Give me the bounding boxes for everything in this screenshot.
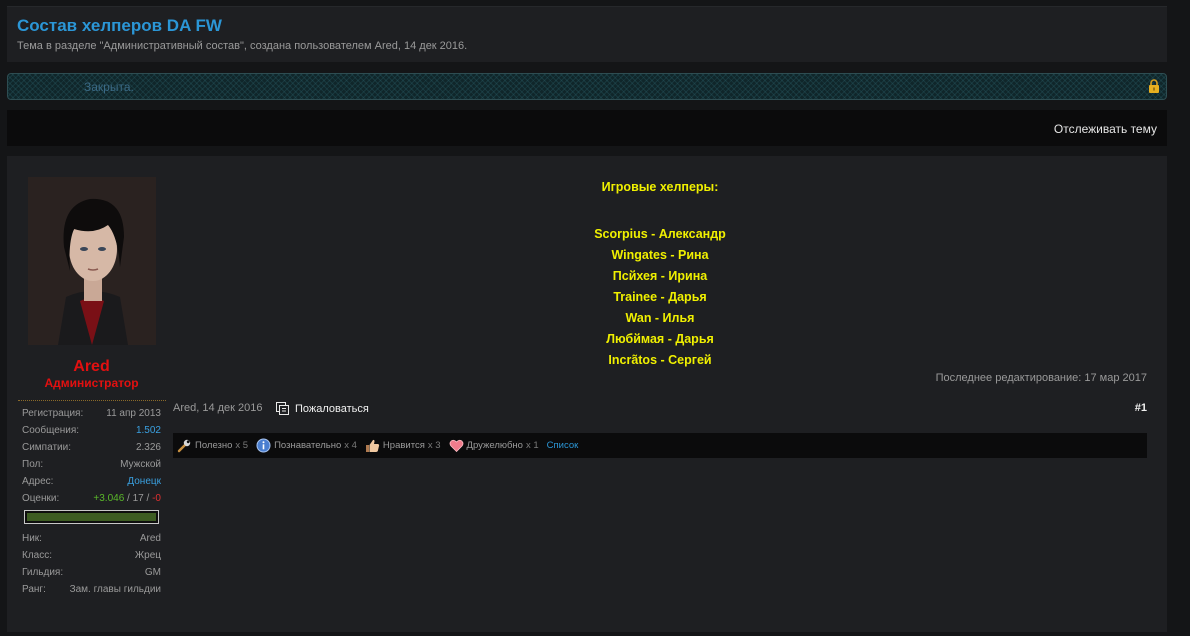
stat-location: Адрес: Донецк: [22, 475, 161, 492]
field-value: Зам. главы гильдии: [69, 584, 161, 595]
report-icon: [276, 402, 289, 415]
stat-likes: Симпатии: 2.326: [22, 441, 161, 458]
field-label: Ранг:: [22, 584, 46, 595]
stat-label: Регистрация:: [22, 408, 84, 419]
field-value: GM: [144, 567, 161, 578]
thumbs-up-icon: [365, 439, 380, 452]
heart-icon: [449, 439, 463, 453]
stat-messages: Сообщения: 1.502: [22, 424, 161, 441]
avatar-portrait: [28, 177, 156, 345]
author-divider: [18, 400, 166, 401]
post-author-date[interactable]: Ared, 14 дек 2016: [173, 402, 263, 414]
reaction-count: x 4: [344, 440, 357, 451]
reaction-informative[interactable]: Познавательно x 4: [256, 438, 357, 453]
reaction-count: x 1: [525, 440, 539, 451]
ratings-positive: +3.046: [93, 493, 125, 504]
info-icon: [256, 438, 271, 453]
stat-label: Сообщения:: [22, 425, 80, 436]
report-button[interactable]: Пожаловаться: [276, 402, 369, 415]
author-title: Администратор: [44, 376, 139, 390]
location-link[interactable]: Донецк: [127, 475, 161, 489]
thread-title[interactable]: Состав хелперов DA FW: [17, 16, 222, 36]
reaction-label: Нравится: [382, 440, 425, 451]
reaction-label: Познавательно: [274, 440, 342, 451]
reaction-count: x 5: [235, 440, 249, 451]
helper-line: Incrãtos - Сергей: [608, 353, 712, 367]
follow-thread-button[interactable]: Отслеживать тему: [1054, 122, 1157, 136]
stat-registration: Регистрация: 11 апр 2013: [22, 407, 161, 424]
stat-value: Мужской: [120, 459, 161, 470]
author-fields: Ник: Ared Класс: Жрец Гильдия: GM Ранг: …: [22, 532, 161, 600]
helper-line: Trainee - Дарья: [613, 290, 707, 304]
post-permalink[interactable]: #1: [1135, 402, 1147, 414]
author-stats: Регистрация: 11 апр 2013 Сообщения: 1.50…: [22, 407, 161, 509]
post: Ared Администратор Регистрация: 11 апр 2…: [7, 156, 1167, 632]
field-value: Жрец: [134, 550, 161, 561]
message-heading: Игровые хелперы:: [601, 180, 719, 194]
thread-actions-bar: Отслеживать тему: [7, 110, 1167, 146]
field-label: Класс:: [22, 550, 52, 561]
ratings-separator: /: [143, 493, 153, 504]
reaction-like[interactable]: Нравится x 3: [365, 438, 441, 453]
reaction-label: Дружелюбно: [466, 440, 523, 451]
reactions-list-link[interactable]: Список: [547, 440, 579, 451]
reaction-useful[interactable]: Полезно x 5: [177, 438, 248, 453]
thread-header: Состав хелперов DA FW Тема в разделе "Ад…: [7, 6, 1167, 62]
thread-description: Тема в разделе "Административный состав"…: [17, 40, 468, 52]
field-guild: Гильдия: GM: [22, 566, 161, 583]
helper-line: Wan - Илья: [625, 311, 695, 325]
helper-line: Wingates - Рина: [611, 248, 709, 262]
rating-bar-fill: [27, 513, 156, 521]
stat-label: Оценки:: [22, 493, 60, 504]
stat-value: 2.326: [135, 442, 161, 453]
rating-bar: [24, 510, 159, 524]
ratings-separator: /: [124, 493, 133, 504]
field-label: Гильдия:: [22, 567, 64, 578]
field-rank: Ранг: Зам. главы гильдии: [22, 583, 161, 600]
avatar[interactable]: [28, 177, 156, 345]
stat-gender: Пол: Мужской: [22, 458, 161, 475]
post-message: Игровые хелперы: Scorpius - Александр Wi…: [173, 178, 1147, 371]
ratings-value: +3.046 / 17 / -0: [93, 492, 161, 506]
helper-line: Scorpius - Александр: [594, 227, 726, 241]
thread-closed-notice: Закрыта.: [7, 73, 1167, 100]
stat-value: 11 апр 2013: [106, 408, 161, 419]
helper-line: Любймая - Дарья: [606, 332, 714, 346]
stat-label: Симпатии:: [22, 442, 71, 453]
messages-count-link[interactable]: 1.502: [136, 424, 161, 438]
lock-icon: [1149, 79, 1159, 93]
helper-line: Псйхея - Ирина: [612, 269, 708, 283]
field-class: Класс: Жрец: [22, 549, 161, 566]
author-name[interactable]: Ared: [20, 358, 163, 376]
stat-ratings: Оценки: +3.046 / 17 / -0: [22, 492, 161, 509]
stat-label: Пол:: [22, 459, 44, 470]
stat-label: Адрес:: [22, 476, 54, 487]
closed-label: Закрыта.: [84, 80, 134, 94]
reaction-count: x 3: [427, 440, 441, 451]
field-label: Ник:: [22, 533, 42, 544]
wrench-icon: [177, 439, 191, 453]
report-label: Пожаловаться: [295, 402, 369, 415]
last-edit-note: Последнее редактирование: 17 мар 2017: [935, 372, 1147, 384]
field-nick: Ник: Ared: [22, 532, 161, 549]
reaction-label: Полезно: [195, 440, 233, 451]
field-value: Ared: [139, 533, 161, 544]
reaction-friendly[interactable]: Дружелюбно x 1: [449, 438, 539, 453]
reactions-bar: Полезно x 5 Познавательно x 4 Нравится x…: [173, 433, 1147, 458]
ratings-negative: -0: [152, 493, 161, 504]
ratings-neutral: 17: [132, 493, 144, 504]
